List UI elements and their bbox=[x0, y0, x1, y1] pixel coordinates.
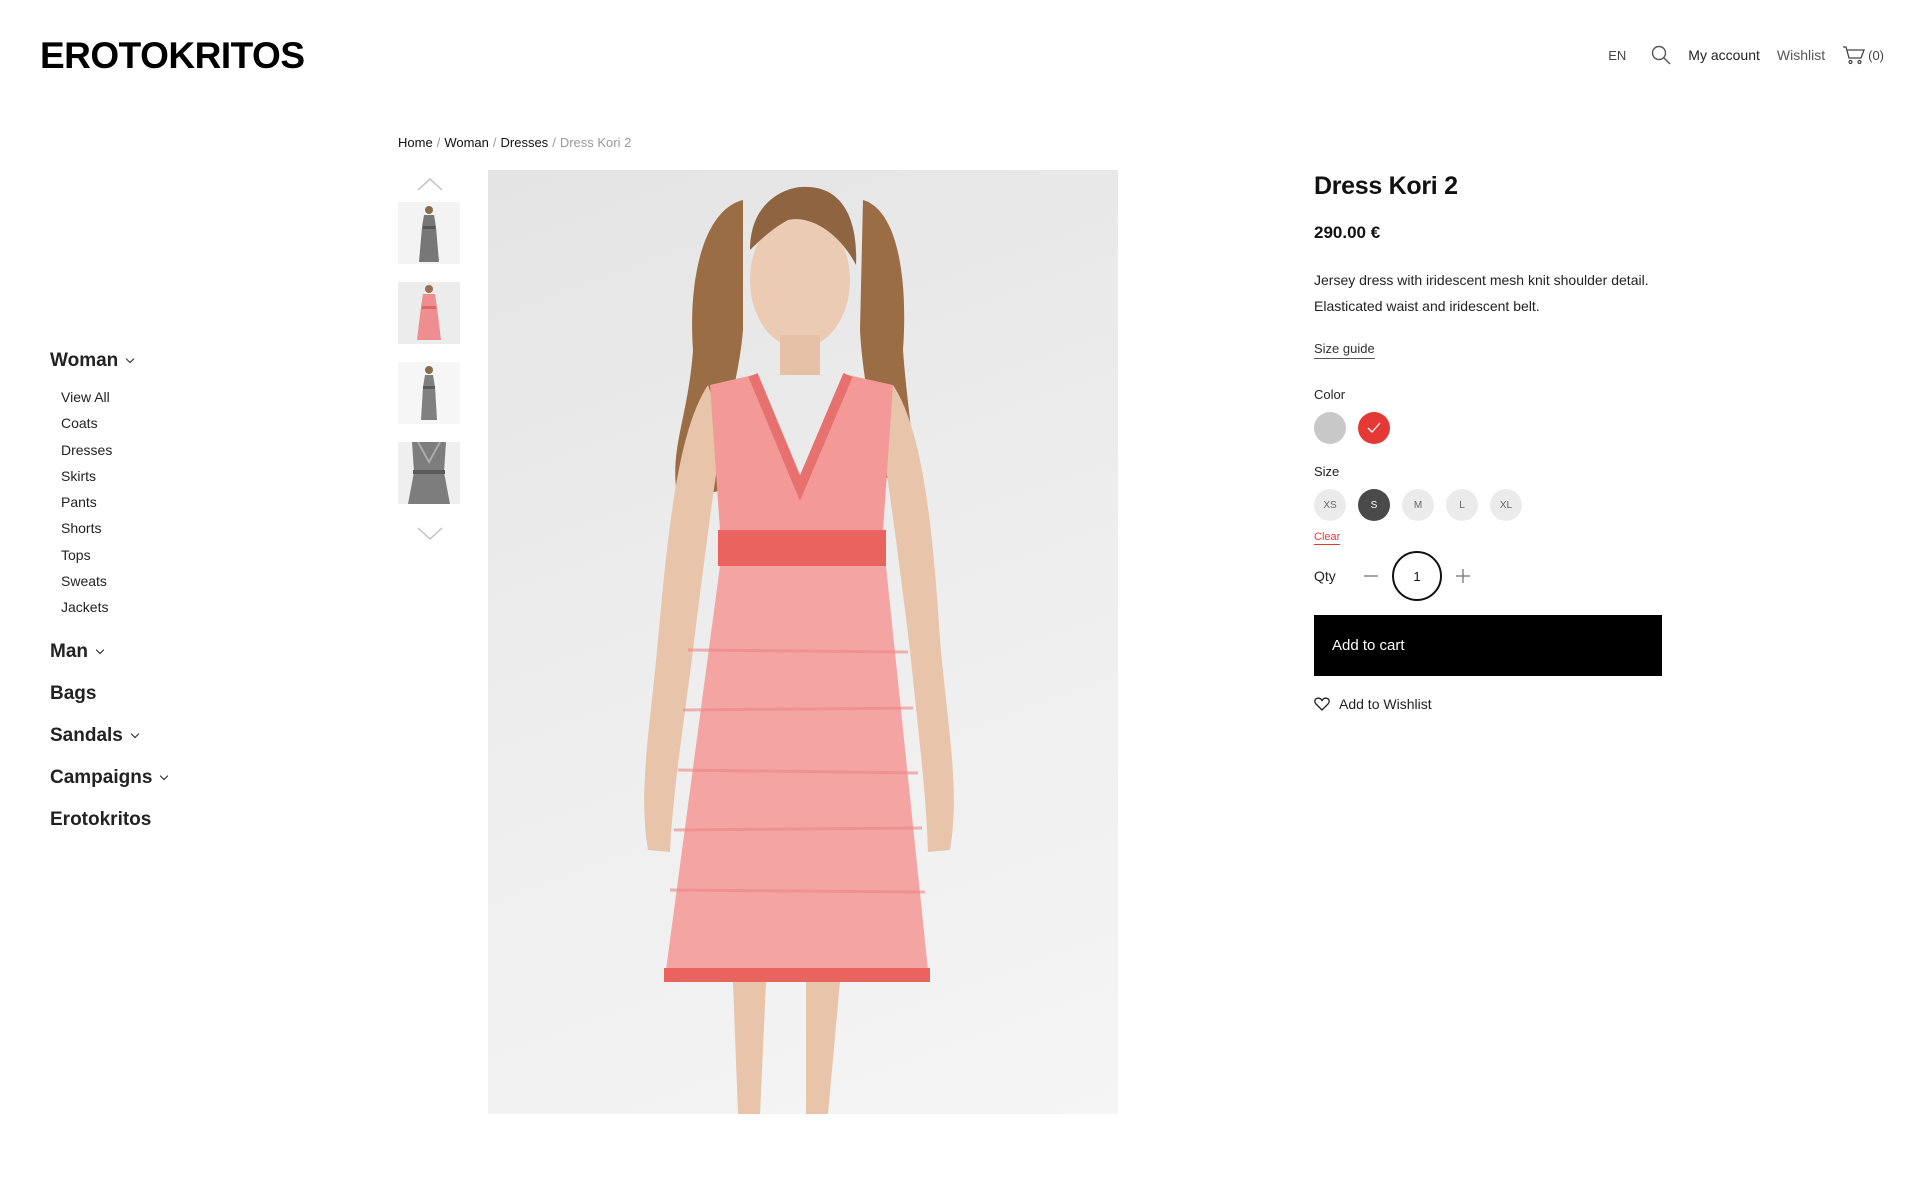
sidebar-category-campaigns[interactable]: Campaigns bbox=[50, 767, 350, 789]
color-swatches bbox=[1314, 412, 1674, 444]
cart-button[interactable]: (0) bbox=[1842, 45, 1884, 65]
sidebar-item-shorts[interactable]: Shorts bbox=[61, 515, 350, 541]
category-sidebar: Woman View All Coats Dresses Skirts Pant… bbox=[50, 350, 350, 851]
chevron-down-icon bbox=[417, 527, 443, 540]
sidebar-item-pants[interactable]: Pants bbox=[61, 489, 350, 515]
qty-increase-button[interactable] bbox=[1450, 563, 1476, 589]
brand-logo[interactable]: EROTOKRITOS bbox=[40, 35, 305, 77]
sidebar-category-woman[interactable]: Woman bbox=[50, 350, 350, 372]
size-option-xs[interactable]: XS bbox=[1314, 489, 1346, 521]
product-title: Dress Kori 2 bbox=[1314, 172, 1458, 200]
breadcrumb-current: Dress Kori 2 bbox=[559, 135, 632, 150]
quantity-input[interactable] bbox=[1392, 551, 1442, 601]
sidebar-category-label: Woman bbox=[50, 350, 119, 371]
thumbnail-down-arrow[interactable] bbox=[398, 522, 462, 546]
breadcrumb-dresses[interactable]: Dresses bbox=[501, 135, 549, 150]
cart-icon bbox=[1843, 46, 1866, 65]
size-option-l[interactable]: L bbox=[1446, 489, 1478, 521]
minus-icon bbox=[1364, 575, 1378, 577]
sidebar-category-erotokritos[interactable]: Erotokritos bbox=[50, 809, 350, 831]
color-swatch-red[interactable] bbox=[1358, 412, 1390, 444]
thumbnail-image[interactable] bbox=[398, 202, 460, 264]
clear-selection-link[interactable]: Clear bbox=[1314, 531, 1341, 545]
breadcrumb-woman[interactable]: Woman bbox=[444, 135, 489, 150]
sidebar-category-man[interactable]: Man bbox=[50, 641, 350, 663]
add-to-wishlist-label: Add to Wishlist bbox=[1339, 696, 1432, 712]
breadcrumb-separator: / bbox=[492, 135, 497, 150]
sidebar-category-label: Campaigns bbox=[50, 766, 153, 788]
size-options: XS S M L XL bbox=[1314, 489, 1674, 521]
sidebar-item-view-all[interactable]: View All bbox=[61, 384, 350, 410]
checkmark-icon bbox=[1367, 422, 1381, 433]
sidebar-item-dresses[interactable]: Dresses bbox=[61, 437, 350, 463]
chevron-down-icon bbox=[130, 729, 140, 738]
sidebar-item-sweats[interactable]: Sweats bbox=[61, 568, 350, 594]
size-option-xl[interactable]: XL bbox=[1490, 489, 1522, 521]
woman-subcategory-list: View All Coats Dresses Skirts Pants Shor… bbox=[61, 384, 350, 621]
chevron-up-icon bbox=[417, 178, 443, 191]
sidebar-item-jackets[interactable]: Jackets bbox=[61, 594, 350, 620]
sidebar-category-label: Bags bbox=[50, 682, 97, 704]
thumbnail-up-arrow[interactable] bbox=[398, 172, 462, 196]
heart-icon bbox=[1314, 697, 1330, 711]
qty-decrease-button[interactable] bbox=[1358, 563, 1384, 589]
sidebar-item-coats[interactable]: Coats bbox=[61, 410, 350, 436]
sidebar-category-label: Sandals bbox=[50, 724, 123, 746]
product-price: 290.00 € bbox=[1314, 223, 1381, 242]
my-account-link[interactable]: My account bbox=[1688, 47, 1760, 63]
sidebar-category-label: Man bbox=[50, 640, 88, 662]
breadcrumb-separator: / bbox=[552, 135, 556, 150]
thumbnail-image[interactable] bbox=[398, 282, 460, 344]
chevron-down-icon bbox=[126, 354, 135, 364]
thumbnail-image[interactable] bbox=[398, 362, 460, 424]
qty-label: Qty bbox=[1314, 568, 1336, 584]
quantity-stepper: Qty bbox=[1314, 551, 1674, 601]
size-guide-link[interactable]: Size guide bbox=[1314, 341, 1375, 359]
main-product-image[interactable] bbox=[488, 170, 1118, 1114]
language-selector[interactable]: EN bbox=[1608, 48, 1626, 63]
thumbnail-image[interactable] bbox=[398, 442, 460, 504]
add-to-wishlist-button[interactable]: Add to Wishlist bbox=[1314, 696, 1674, 712]
sidebar-category-sandals[interactable]: Sandals bbox=[50, 725, 350, 747]
size-option-s[interactable]: S bbox=[1358, 489, 1390, 521]
product-description: Jersey dress with iridescent mesh knit s… bbox=[1314, 272, 1649, 314]
size-label: Size bbox=[1314, 464, 1340, 479]
sidebar-category-label: Erotokritos bbox=[50, 808, 152, 830]
breadcrumb-home[interactable]: Home bbox=[398, 135, 433, 150]
sidebar-item-tops[interactable]: Tops bbox=[61, 542, 350, 568]
add-to-cart-button[interactable]: Add to cart bbox=[1314, 615, 1662, 676]
cart-count: (0) bbox=[1868, 47, 1884, 63]
color-swatch-grey[interactable] bbox=[1314, 412, 1346, 444]
wishlist-link[interactable]: Wishlist bbox=[1777, 47, 1825, 63]
chevron-down-icon bbox=[160, 771, 169, 780]
plus-icon bbox=[1456, 569, 1470, 583]
chevron-down-icon bbox=[95, 645, 105, 654]
breadcrumb: Home / Woman / Dresses / Dress Kori 2 bbox=[398, 135, 631, 150]
top-navigation: EN My account Wishlist (0) bbox=[1608, 44, 1884, 66]
search-icon[interactable] bbox=[1650, 44, 1672, 66]
sidebar-category-bags[interactable]: Bags bbox=[50, 683, 350, 705]
sidebar-item-skirts[interactable]: Skirts bbox=[61, 463, 350, 489]
product-info-panel: Dress Kori 2 290.00 € Jersey dress with … bbox=[1314, 172, 1674, 712]
size-option-m[interactable]: M bbox=[1402, 489, 1434, 521]
breadcrumb-separator: / bbox=[436, 135, 441, 150]
thumbnail-gallery bbox=[398, 172, 462, 546]
color-label: Color bbox=[1314, 387, 1346, 402]
